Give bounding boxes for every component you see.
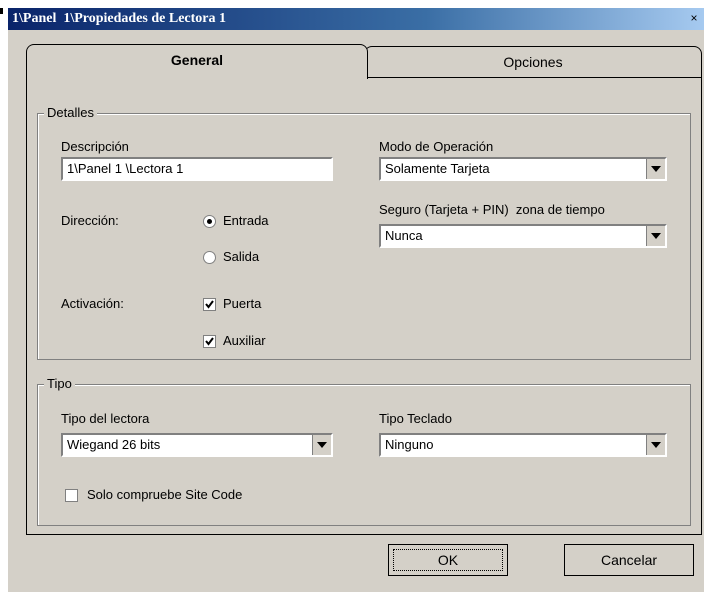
tab-panel-general: Detalles Descripción 1\Panel 1 \Lectora … — [26, 77, 702, 535]
tab-opciones[interactable]: Opciones — [364, 46, 702, 77]
seguro-select[interactable]: Nunca — [379, 224, 667, 248]
tipo-lectora-select[interactable]: Wiegand 26 bits — [61, 433, 333, 457]
chevron-down-icon[interactable] — [646, 226, 665, 246]
chevron-down-icon[interactable] — [312, 435, 331, 455]
tipo-teclado-label: Tipo Teclado — [379, 411, 452, 426]
title-bar[interactable]: 1\Panel 1\Propiedades de Lectora 1 × — [8, 8, 704, 30]
checkbox-puerta[interactable] — [203, 298, 216, 311]
close-icon[interactable]: × — [686, 11, 702, 25]
activacion-label: Activación: — [61, 296, 124, 311]
tipo-teclado-value: Ninguno — [385, 437, 434, 452]
modo-operacion-value: Solamente Tarjeta — [385, 161, 490, 176]
tipo-group-label: Tipo — [44, 376, 75, 391]
cancel-button[interactable]: Cancelar — [564, 544, 694, 576]
radio-selected-dot — [207, 219, 212, 224]
seguro-label: Seguro (Tarjeta + PIN) zona de tiempo — [379, 202, 605, 217]
modo-operacion-label: Modo de Operación — [379, 139, 494, 154]
tipo-lectora-label: Tipo del lectora — [61, 411, 150, 426]
radio-entrada[interactable] — [203, 215, 216, 228]
radio-entrada-label: Entrada — [223, 213, 269, 228]
checkbox-auxiliar-label: Auxiliar — [223, 333, 266, 348]
tab-general[interactable]: General — [26, 44, 368, 79]
seguro-value: Nunca — [385, 228, 423, 243]
tipo-lectora-value: Wiegand 26 bits — [67, 437, 161, 452]
checkbox-site-code[interactable] — [65, 489, 78, 502]
ok-button[interactable]: OK — [388, 544, 508, 576]
checkbox-site-code-label: Solo compruebe Site Code — [87, 487, 243, 502]
descripcion-field[interactable]: 1\Panel 1 \Lectora 1 — [61, 157, 333, 181]
chevron-down-icon[interactable] — [646, 159, 665, 179]
checkmark-icon — [205, 337, 214, 346]
edge-mark — [0, 8, 3, 14]
window-title: 1\Panel 1\Propiedades de Lectora 1 — [12, 11, 226, 26]
checkmark-icon — [205, 300, 214, 309]
tipo-teclado-select[interactable]: Ninguno — [379, 433, 667, 457]
descripcion-label: Descripción — [61, 139, 129, 154]
dialog-window: 1\Panel 1\Propiedades de Lectora 1 × Gen… — [8, 8, 704, 592]
chevron-down-icon[interactable] — [646, 435, 665, 455]
radio-salida-label: Salida — [223, 249, 260, 264]
checkbox-auxiliar[interactable] — [203, 335, 216, 348]
detalles-group-label: Detalles — [44, 105, 97, 120]
direccion-label: Dirección: — [61, 213, 119, 228]
modo-operacion-select[interactable]: Solamente Tarjeta — [379, 157, 667, 181]
radio-salida[interactable] — [203, 251, 216, 264]
checkbox-puerta-label: Puerta — [223, 296, 262, 311]
